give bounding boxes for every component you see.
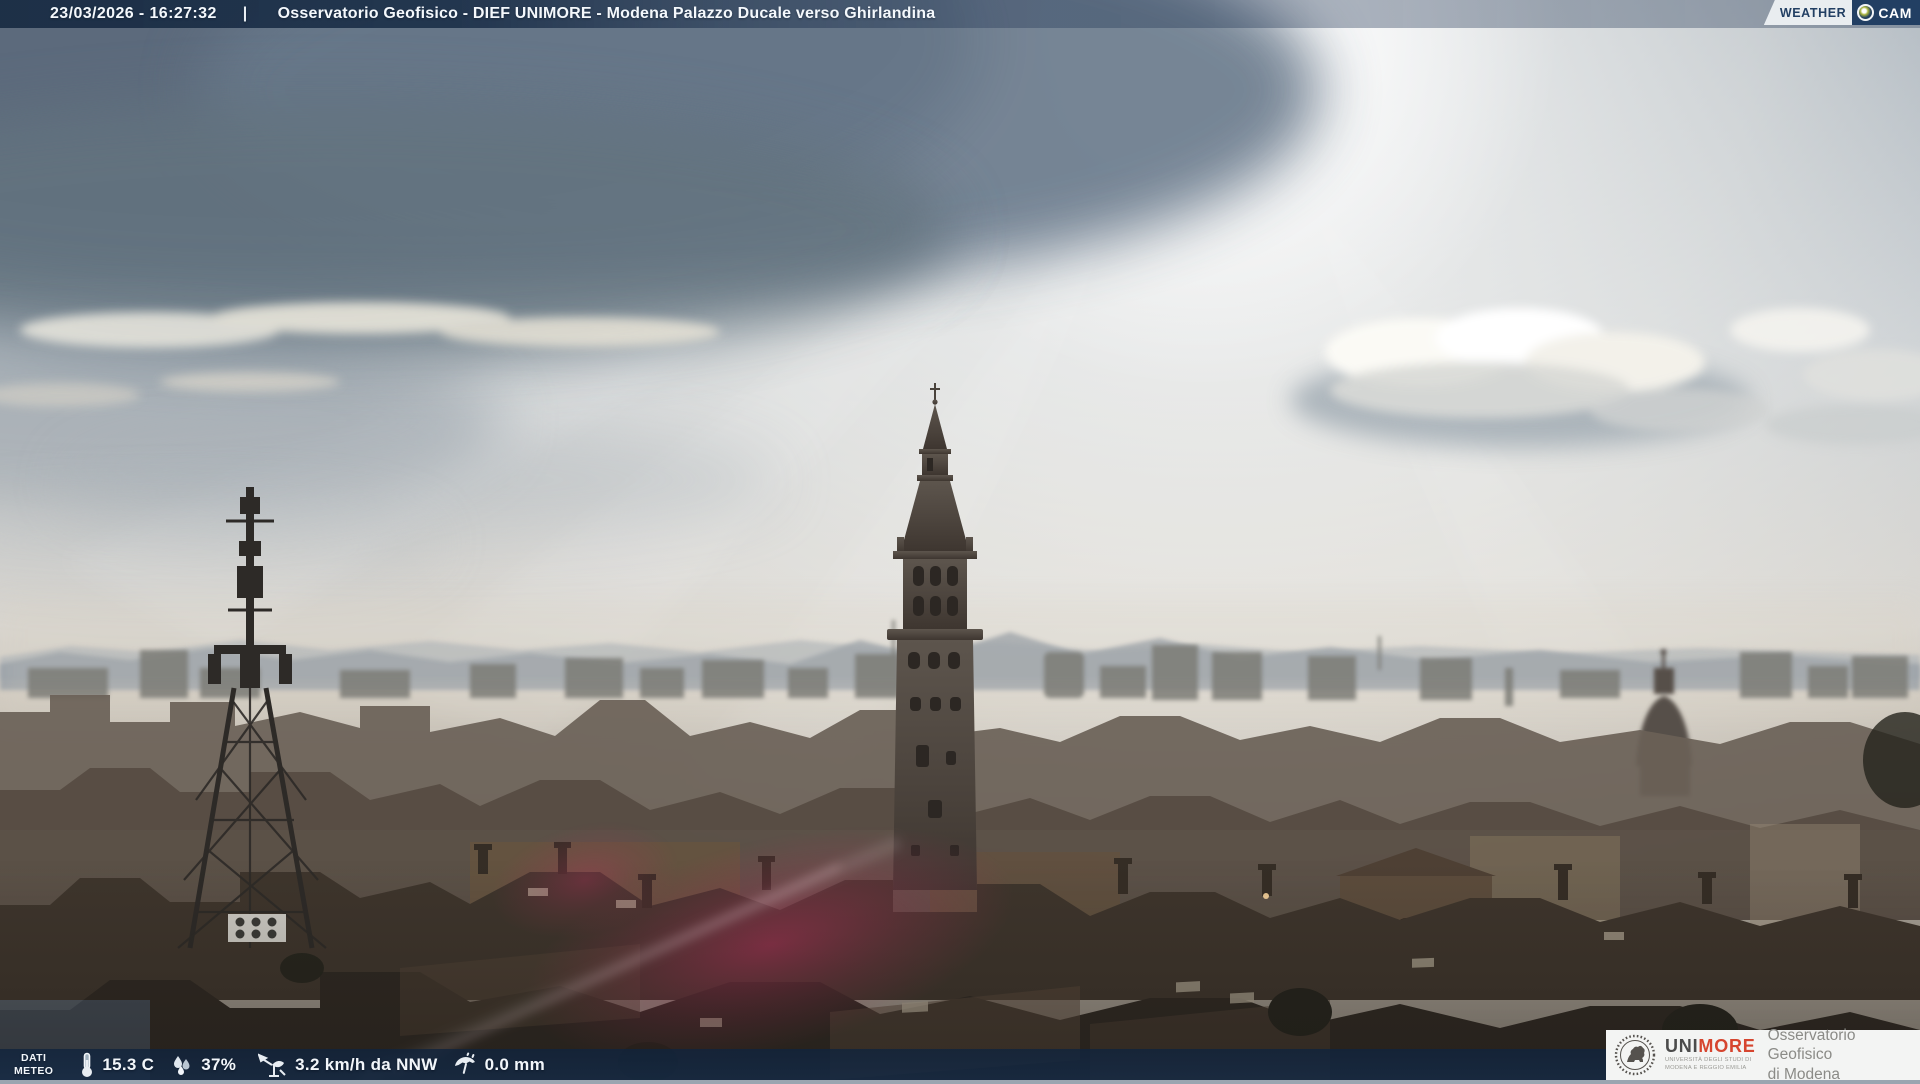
weathercam-cam-label: CAM (1878, 4, 1912, 21)
observatory-name: Osservatorio Geofisico di Modena (1767, 1026, 1856, 1083)
humidity-value: 37% (201, 1054, 237, 1074)
wind-value: 3.2 km/h da NNW (295, 1054, 438, 1074)
camera-title: Osservatorio Geofisico - DIEF UNIMORE - … (277, 5, 936, 22)
temperature-reading: 15.3 C (79, 1052, 154, 1078)
unimore-branding-card[interactable]: UNIMORE UNIVERSITÀ DEGLI STUDI DI MODENA… (1606, 1027, 1920, 1083)
separator: | (242, 5, 248, 22)
webcam-page: { "top_bar": { "datetime": "23/03/2026 -… (0, 0, 1920, 1083)
unimore-subtitle: UNIVERSITÀ DEGLI STUDI DI MODENA E REGGI… (1665, 1057, 1752, 1071)
unimore-more-label: MORE (1698, 1036, 1756, 1057)
temperature-value: 15.3 C (102, 1054, 155, 1074)
camera-lens-icon (1857, 4, 1875, 21)
humidity-reading: 37% (170, 1053, 236, 1077)
weathercam-logo[interactable]: WEATHER CAM (1763, 0, 1920, 25)
wind-reading: 3.2 km/h da NNW (258, 1052, 437, 1078)
rain-value: 0.0 mm (484, 1054, 545, 1074)
weathercam-logo-right: CAM (1852, 0, 1920, 25)
weathercam-weather-label: WEATHER (1779, 5, 1847, 20)
unimore-logo-text: UNIMORE UNIVERSITÀ DEGLI STUDI DI MODENA… (1665, 1037, 1756, 1073)
unimore-uni-label: UNI (1665, 1036, 1699, 1057)
unimore-seal-icon (1614, 1034, 1656, 1076)
umbrella-icon (454, 1052, 475, 1074)
humidity-drops-icon (174, 1055, 190, 1075)
weathervane-icon (258, 1052, 286, 1077)
weather-data-bar: DATI METEO 15.3 C 37% 3.2 km/h da NNW 0.… (0, 1049, 1606, 1080)
top-info-bar: 23/03/2026 - 16:27:32 | Osservatorio Geo… (0, 0, 1920, 28)
weathercam-logo-left: WEATHER (1763, 0, 1853, 25)
datetime-label: 23/03/2026 - 16:27:32 (50, 5, 217, 22)
thermometer-icon (82, 1052, 93, 1077)
dati-meteo-label: DATI METEO (14, 1052, 54, 1077)
webcam-photo (0, 0, 1920, 1080)
rain-reading: 0.0 mm (452, 1052, 545, 1077)
